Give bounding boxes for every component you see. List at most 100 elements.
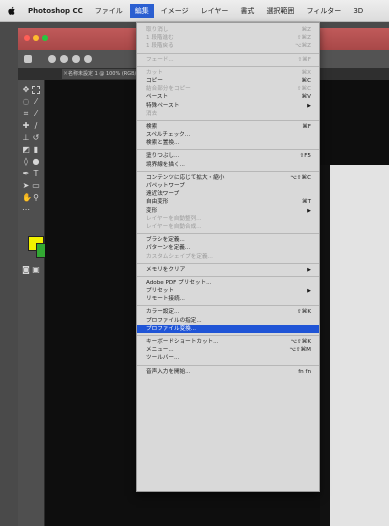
menu-item-shortcut: ⇧⌘K [297,309,311,316]
menu-item-shortcut: ⌥⇧⌘K [290,339,311,345]
menu-item-label: パターンを定義... [146,245,191,252]
menu-item[interactable]: カット ⌘X [137,69,319,77]
close-window-button[interactable] [24,35,30,41]
menu-item[interactable]: スペルチェック... [137,131,319,139]
quick-select-tool-icon[interactable]: ⁄ [32,98,40,106]
menu-item-shortcut: fn fn [298,368,311,375]
menu-separator [137,52,319,54]
menubar-image[interactable]: イメージ [161,6,189,16]
menu-item-label: プロファイル変換... [146,325,197,332]
menubar-3d[interactable]: 3D [353,7,363,15]
type-tool-icon[interactable]: T [32,170,40,178]
brush-size-icon[interactable] [84,55,92,63]
menu-item[interactable]: 塗りつぶし... ⇧F5 [137,152,319,160]
menu-item[interactable]: 取り消し ⌘Z [137,26,319,34]
menu-item[interactable]: 消去 [137,110,319,118]
menu-item[interactable]: プリセット ▶ [137,287,319,295]
menu-item[interactable]: 境界線を描く... [137,161,319,169]
menu-item-shortcut: ⌥⌘Z [295,43,311,50]
menu-item[interactable]: プロファイル変換... [137,324,319,333]
menu-item[interactable]: フェード... ⇧⌘F [137,56,319,64]
menu-item[interactable]: 検索 ⌘F [137,123,319,131]
screen-mode-icon[interactable]: ▣ [32,266,40,274]
menu-item-label: パペットワープ [146,183,185,189]
menubar-edit[interactable]: 編集 [129,3,154,18]
menubar-app-name[interactable]: Photoshop CC [28,7,83,15]
minimize-window-button[interactable] [33,35,39,41]
menu-item[interactable]: ブラシを定義... [137,236,319,244]
menu-separator [137,262,319,264]
macos-menu-bar: Photoshop CC ファイル 編集 イメージ レイヤー 書式 選択範囲 フ… [0,0,389,22]
lasso-tool-icon[interactable]: ◌ [22,98,30,106]
pen-tool-icon[interactable]: ✒ [22,170,30,178]
shape-tool-icon[interactable]: ▭ [32,182,40,190]
menubar-type[interactable]: 書式 [240,6,254,16]
menu-item[interactable]: 結合部分をコピー ⇧⌘C [137,85,319,93]
menu-item[interactable]: メモリをクリア ▶ [137,266,319,274]
menu-item[interactable]: 検索と置換... [137,139,319,147]
close-tab-icon[interactable]: × [63,69,68,79]
apple-icon[interactable] [8,6,16,16]
menu-item[interactable]: メニュー... ⌥⇧⌘M [137,346,319,354]
menubar-select[interactable]: 選択範囲 [266,6,294,16]
menu-item[interactable]: 音声入力を開始... fn fn [137,368,319,376]
menubar-filter[interactable]: フィルター [306,6,341,16]
menu-item[interactable]: 特殊ペースト ▶ [137,102,319,110]
dodge-tool-icon[interactable]: ● [32,158,40,166]
menu-item-shortcut: ⌘C [301,77,312,84]
document-canvas[interactable] [330,165,389,526]
more-tools-icon[interactable]: ⋯ [22,206,30,214]
menu-item[interactable]: ツールバー... [137,354,319,362]
history-brush-tool-icon[interactable]: ↺ [32,134,40,142]
brush-add-icon[interactable] [60,55,68,63]
submenu-arrow-icon: ▶ [307,102,311,109]
menu-item[interactable]: 変形 ▶ [137,207,319,215]
menu-item[interactable]: カラー設定... ⇧⌘K [137,308,319,316]
menubar-file[interactable]: ファイル [95,6,123,16]
brush-tool-icon[interactable]: ∕ [32,122,40,130]
document-tab-title: 名称未設定 1 @ 100% (RGB/8) [68,71,142,77]
quick-mask-icon[interactable]: ◙ [22,266,30,274]
zoom-tool-icon[interactable]: ⚲ [32,194,40,202]
menu-item-label: プリセット [146,288,174,295]
menu-item[interactable]: プロファイルの指定... [137,317,319,325]
menu-item[interactable]: コピー ⌘C [137,77,319,85]
menu-item[interactable]: 1 段階戻る ⌥⌘Z [137,42,319,50]
stamp-tool-icon[interactable]: ⊥ [22,134,30,142]
gradient-tool-icon[interactable]: ▮ [32,146,40,154]
marquee-tool-icon[interactable] [32,86,40,94]
menu-item[interactable]: Adobe PDF プリセット... [137,279,319,287]
healing-tool-icon[interactable]: ✚ [22,122,30,130]
menu-item[interactable]: レイヤーを自動整列... [137,215,319,223]
menu-item[interactable]: ペースト ⌘V [137,93,319,101]
tool-preset-icon[interactable] [24,55,32,63]
blur-tool-icon[interactable]: ◊ [22,158,30,166]
menu-item[interactable]: 遠近法ワープ [137,190,319,198]
menu-item[interactable]: リモート接続... [137,295,319,303]
menu-item-label: スペルチェック... [146,132,191,139]
move-tool-icon[interactable]: ✥ [22,86,30,94]
menu-item-label: メニュー... [146,347,174,354]
path-select-tool-icon[interactable]: ➤ [22,182,30,190]
menu-item[interactable]: 自由変形 ⌘T [137,198,319,206]
hand-tool-icon[interactable]: ✋ [22,194,32,202]
brush-subtract-icon[interactable] [72,55,80,63]
menubar-layer[interactable]: レイヤー [201,6,229,16]
menu-item-shortcut: ⇧⌘Z [296,35,311,42]
menu-separator [137,65,319,67]
menu-item-label: レイヤーを自動整列... [146,215,202,222]
menu-item-label: 結合部分をコピー [146,86,191,93]
menu-item[interactable]: コンテンツに応じて拡大・縮小 ⌥⇧⌘C [137,174,319,182]
menu-item[interactable]: レイヤーを自動合成... [137,223,319,231]
eyedropper-tool-icon[interactable]: ⁄ [32,110,40,118]
eraser-tool-icon[interactable]: ◩ [22,146,30,154]
menu-item[interactable]: キーボードショートカット... ⌥⇧⌘K [137,338,319,346]
menu-item[interactable]: 1 段階進む ⇧⌘Z [137,34,319,42]
menu-item-shortcut: ⌥⇧⌘M [289,347,311,354]
menu-item[interactable]: パペットワープ [137,182,319,190]
menu-item[interactable]: カスタムシェイプを定義... [137,253,319,261]
crop-tool-icon[interactable]: ⌗ [22,110,30,118]
brush-mode-icon[interactable] [48,55,56,63]
zoom-window-button[interactable] [42,35,48,41]
menu-item[interactable]: パターンを定義... [137,244,319,252]
